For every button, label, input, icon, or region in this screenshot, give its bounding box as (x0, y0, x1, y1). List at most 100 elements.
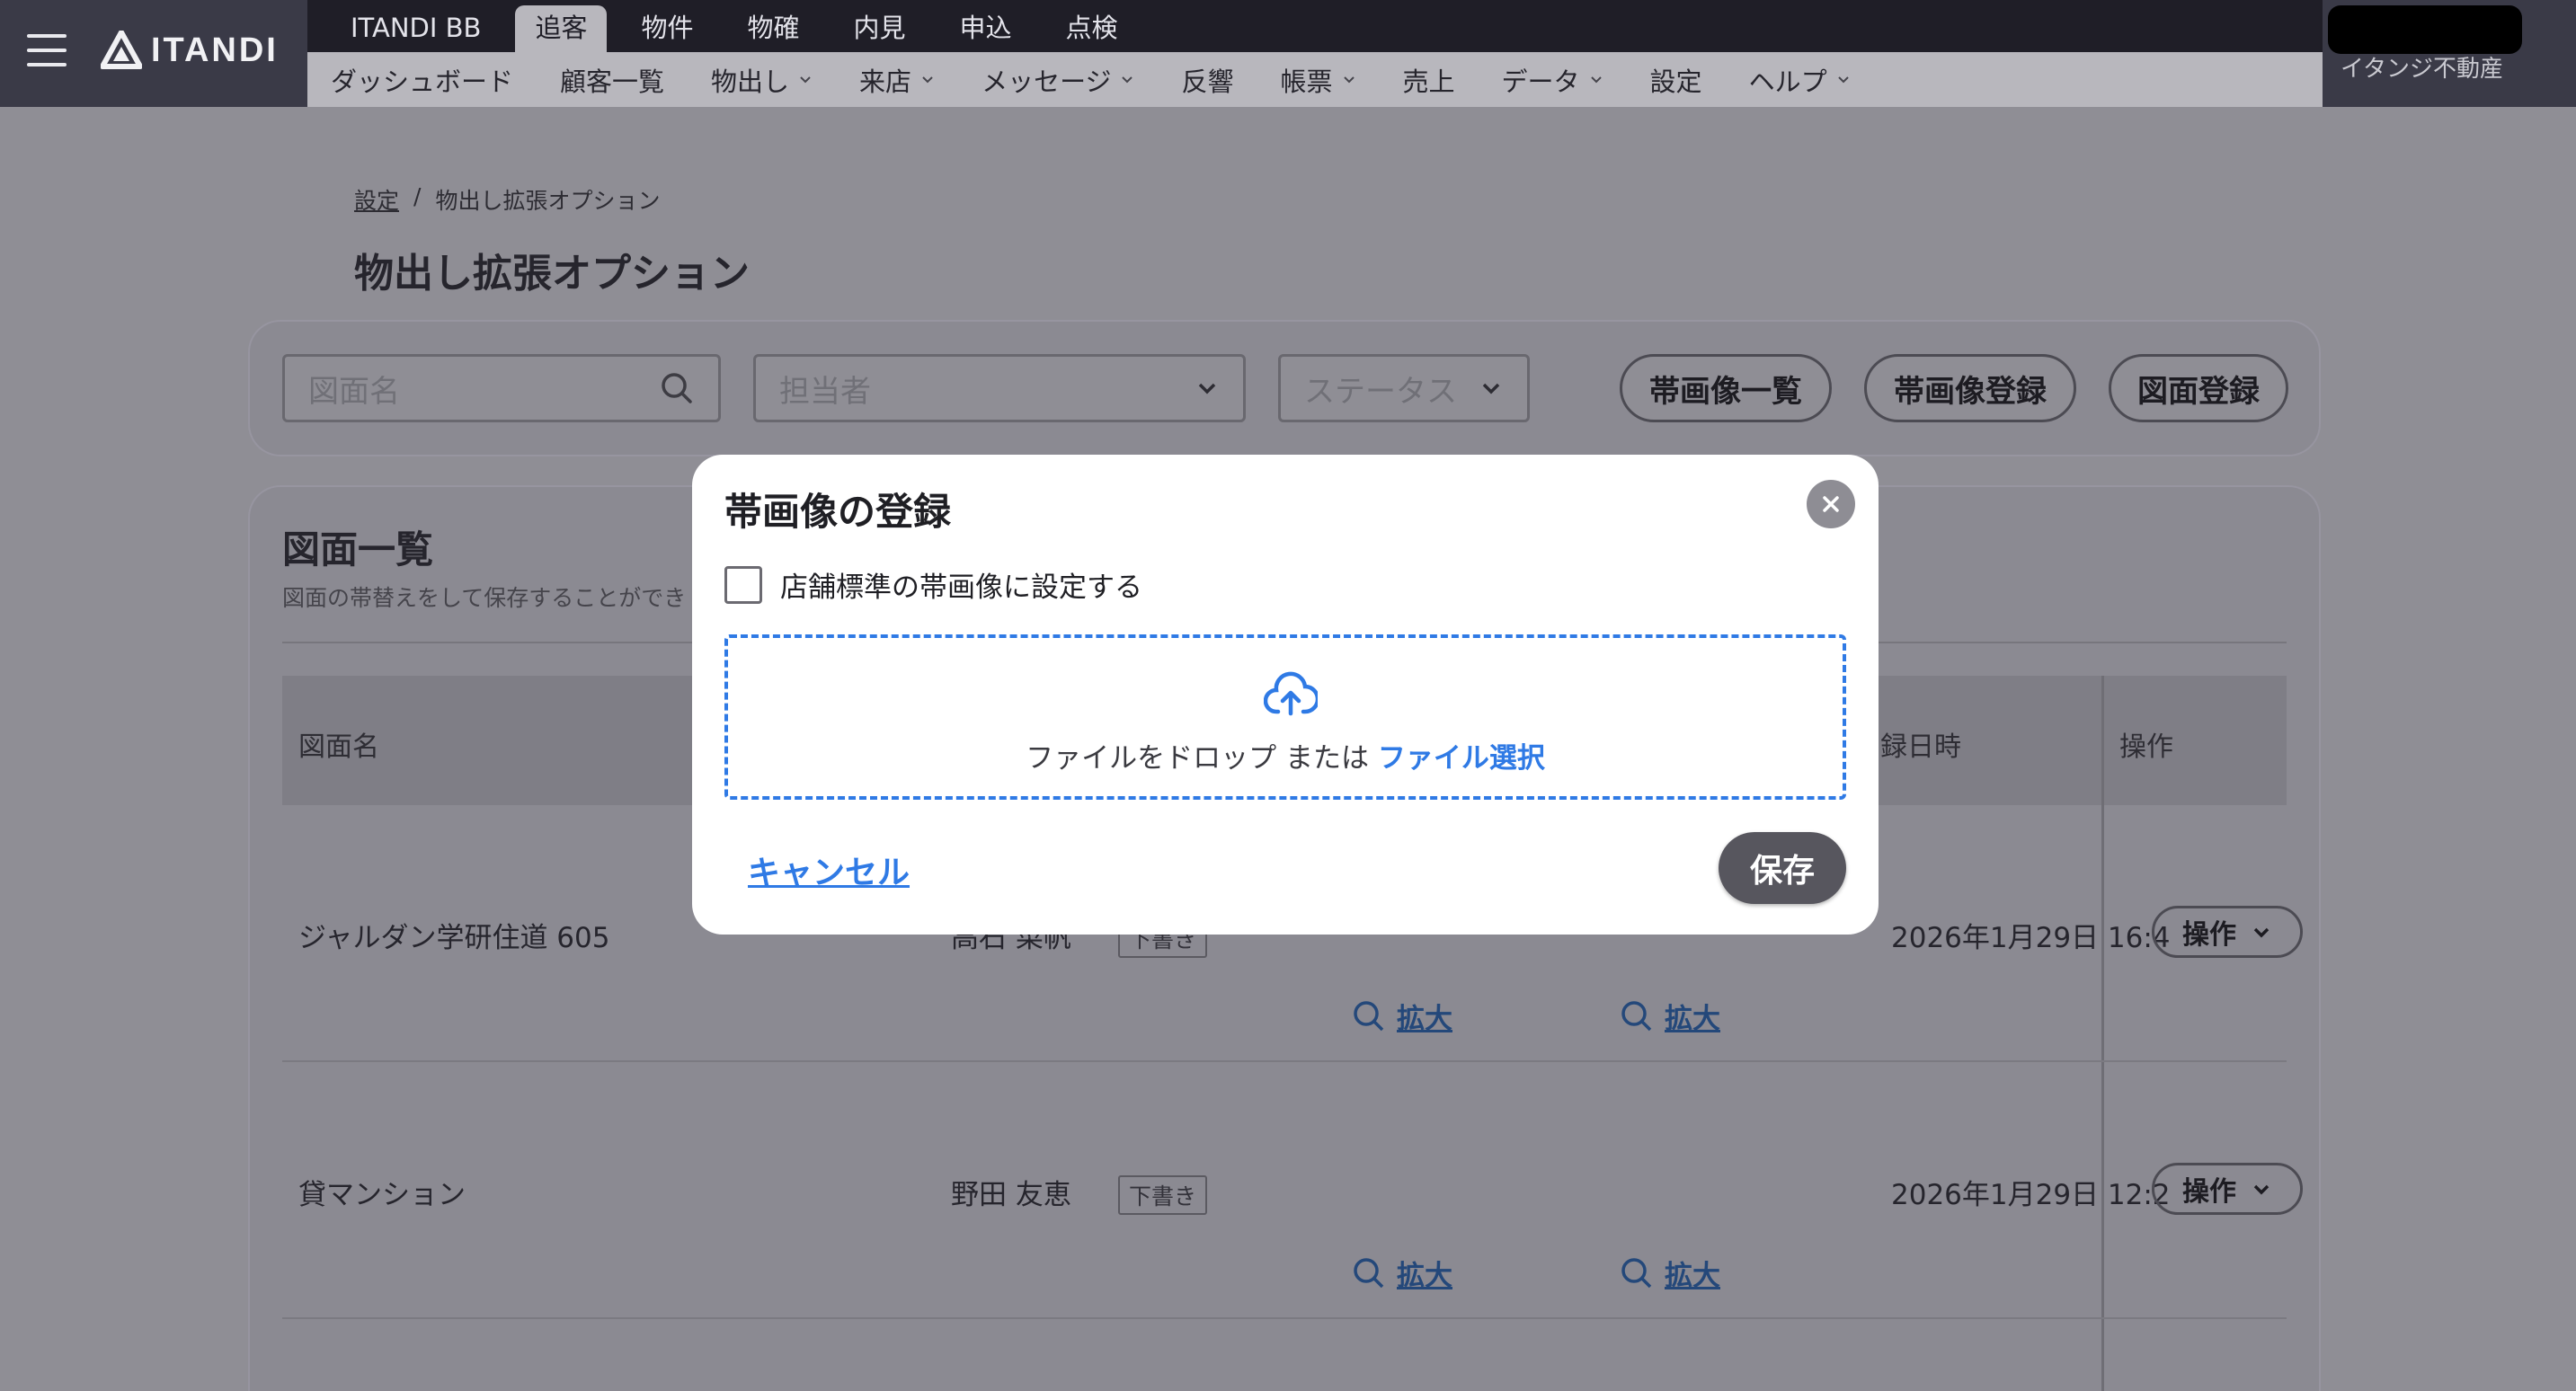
chevron-down-icon (800, 75, 811, 83)
chevron-down-icon (2253, 927, 2270, 938)
sub-nav-item[interactable]: データ (1502, 61, 1603, 99)
top-tab[interactable]: 内見 (834, 5, 926, 52)
status-select[interactable]: ステータス (1278, 354, 1530, 422)
default-band-checkbox[interactable] (724, 565, 762, 604)
top-tab[interactable]: 追客 (515, 5, 608, 52)
zoom-label: 拡大 (1665, 1003, 1720, 1035)
filter-bar: 図面名 担当者 ステータス 帯画像一覧 帯画像登録 図面登録 (250, 322, 2319, 455)
top-tab[interactable]: 申込 (940, 5, 1032, 52)
magnifier-icon (1354, 1000, 1384, 1031)
actions-label: 操作 (2182, 919, 2236, 951)
sub-nav-item[interactable]: 反響 (1181, 61, 1233, 99)
sub-nav-label: 売上 (1402, 66, 1455, 97)
sub-nav-label: 物出し (711, 66, 790, 97)
sub-nav-label: 反響 (1181, 66, 1234, 97)
sub-nav-item[interactable]: 売上 (1403, 61, 1455, 99)
list-title: 図面一覧 (282, 527, 434, 571)
sub-nav-item[interactable]: 物出し (711, 61, 813, 99)
actions-dropdown-button[interactable]: 操作 (2152, 1163, 2303, 1215)
magnifier-icon (1354, 1257, 1384, 1288)
status-placeholder: ステータス (1304, 373, 1457, 410)
actions-dropdown-button[interactable]: 操作 (2152, 906, 2303, 958)
zoom-link[interactable]: 拡大 (1620, 1253, 1720, 1293)
chevron-down-icon (1837, 75, 1849, 83)
zoom-link[interactable]: 拡大 (1620, 996, 1720, 1036)
zoom-link[interactable]: 拡大 (1352, 1253, 1452, 1293)
breadcrumb: 設定 / 物出し拡張オプション (354, 183, 660, 216)
band-image-register-button[interactable]: 帯画像登録 (1864, 354, 2076, 422)
sub-nav-item[interactable]: ダッシュボード (331, 61, 513, 99)
cancel-button[interactable]: キャンセル (748, 846, 910, 893)
band-image-list-button[interactable]: 帯画像一覧 (1620, 354, 1832, 422)
product-tabs: ITANDI BB 追客 物件 物確 内見 申込 点検 (307, 0, 2323, 52)
drawing-register-button[interactable]: 図面登録 (2109, 354, 2288, 422)
logo-text: ITANDI (151, 31, 279, 69)
chevron-down-icon (922, 75, 933, 83)
sub-nav-label: ダッシュボード (331, 66, 514, 97)
top-tab[interactable]: ITANDI BB (331, 5, 501, 52)
magnifier-icon (1621, 1257, 1652, 1288)
sub-nav-label: ヘルプ (1748, 66, 1827, 97)
chevron-down-icon (1482, 383, 1500, 394)
sub-nav-label: 設定 (1649, 66, 1702, 97)
staff-select[interactable]: 担当者 (753, 354, 1246, 422)
breadcrumb-current: 物出し拡張オプション (435, 188, 661, 214)
close-button[interactable] (1807, 480, 1855, 528)
drawing-name: ジャルダン学研住道 605 (298, 922, 610, 954)
file-dropzone[interactable]: ファイルをドロップ または ファイル選択 (724, 634, 1846, 800)
menu-icon[interactable] (27, 34, 67, 66)
breadcrumb-settings-link[interactable]: 設定 (354, 183, 399, 216)
column-header-actions: 操作 (2119, 731, 2173, 763)
drawing-name: 貸マンション (298, 1179, 466, 1211)
checkbox-label: 店舗標準の帯画像に設定する (780, 571, 1142, 604)
sub-nav-label: 顧客一覧 (560, 66, 665, 97)
staff-placeholder: 担当者 (779, 373, 871, 410)
list-description: 図面の帯替えをして保存することができ (282, 585, 687, 611)
sub-nav-item[interactable]: メッセージ (982, 61, 1134, 99)
account-redacted (2328, 5, 2522, 54)
search-input[interactable]: 図面名 (282, 354, 721, 422)
chevron-down-icon (1590, 75, 1602, 83)
sub-nav-item[interactable]: 設定 (1650, 61, 1702, 99)
close-icon (1823, 496, 1839, 512)
table-row: 貸マンション 野田 友恵 下書き 2026年1月29日 12:2 拡大 拡大 操… (282, 1064, 2303, 1319)
cloud-upload-icon (1264, 671, 1318, 716)
sub-navigation: ダッシュボード 顧客一覧 物出し 来店 メッセージ 反響 帳票 売上 データ 設定 ヘルプ (307, 52, 2323, 107)
search-placeholder: 図面名 (308, 373, 400, 410)
dropzone-text: ファイルをドロップ または ファイル選択 (728, 735, 1843, 775)
zoom-link[interactable]: 拡大 (1352, 996, 1452, 1036)
sub-nav-item[interactable]: 来店 (859, 61, 935, 99)
page-title: 物出し拡張オプション (354, 251, 750, 297)
sub-nav-item[interactable]: ヘルプ (1749, 61, 1851, 99)
sub-nav-item[interactable]: 顧客一覧 (560, 61, 664, 99)
status-badge: 下書き (1118, 1175, 1208, 1215)
file-select-link[interactable]: ファイル選択 (1378, 742, 1545, 775)
sub-nav-item[interactable]: 帳票 (1281, 61, 1356, 99)
column-header-registered: 録日時 (1880, 731, 1961, 763)
account-name: イタンジ不動産 (2341, 56, 2503, 83)
magnifier-icon (1621, 1000, 1652, 1031)
registered-date: 2026年1月29日 16:4 (1891, 922, 2171, 954)
chevron-down-icon (1343, 75, 1355, 83)
dialog-title: 帯画像の登録 (724, 490, 952, 534)
itandi-logo[interactable]: ITANDI (101, 31, 279, 70)
zoom-label: 拡大 (1397, 1003, 1452, 1035)
chevron-down-icon (2253, 1184, 2270, 1195)
drop-instruction: ファイルをドロップ または (1026, 742, 1378, 775)
staff-name: 野田 友恵 (951, 1179, 1071, 1211)
band-image-register-dialog: 帯画像の登録 店舗標準の帯画像に設定する ファイルをドロップ または ファイル選… (692, 455, 1879, 935)
account-area[interactable]: イタンジ不動産 (2323, 0, 2576, 107)
chevron-down-icon (1198, 383, 1216, 394)
sub-nav-label: データ (1501, 66, 1580, 97)
chevron-down-icon (1122, 75, 1133, 83)
default-band-checkbox-row[interactable]: 店舗標準の帯画像に設定する (724, 564, 1142, 605)
top-tab[interactable]: 点検 (1046, 5, 1138, 52)
save-button[interactable]: 保存 (1719, 832, 1846, 904)
column-header-name: 図面名 (298, 731, 379, 763)
top-tab[interactable]: 物確 (727, 5, 819, 52)
sub-nav-label: 来店 (859, 66, 912, 97)
zoom-label: 拡大 (1397, 1260, 1452, 1292)
registered-date: 2026年1月29日 12:2 (1891, 1179, 2171, 1211)
top-tab[interactable]: 物件 (621, 5, 713, 52)
itandi-logo-icon (101, 31, 142, 69)
